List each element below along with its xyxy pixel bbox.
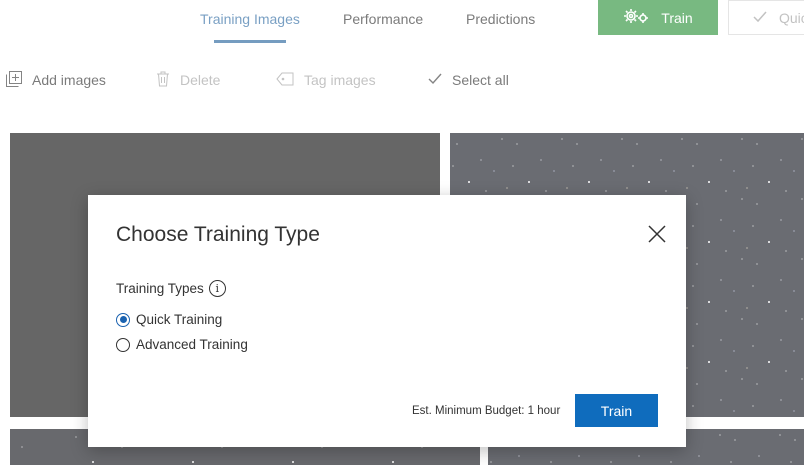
radio-button[interactable] bbox=[116, 337, 130, 352]
radio-button-checked[interactable] bbox=[116, 312, 130, 327]
dialog-train-label: Train bbox=[600, 402, 633, 419]
radio-label: Advanced Training bbox=[136, 337, 248, 352]
dialog-train-button[interactable]: Train bbox=[575, 394, 658, 427]
training-types-label: Training Types i bbox=[116, 280, 226, 297]
radio-label: Quick Training bbox=[136, 312, 223, 327]
info-icon[interactable]: i bbox=[208, 280, 226, 297]
radio-advanced-training[interactable]: Advanced Training bbox=[116, 337, 248, 352]
choose-training-type-dialog: Choose Training Type Training Types i Qu… bbox=[88, 195, 686, 447]
training-types-text: Training Types bbox=[116, 281, 204, 296]
dialog-title: Choose Training Type bbox=[116, 223, 320, 246]
app-window: Training Images Performance Predictions … bbox=[0, 0, 804, 465]
close-icon[interactable] bbox=[645, 222, 669, 246]
budget-text: Est. Minimum Budget: 1 hour bbox=[412, 405, 561, 417]
radio-quick-training[interactable]: Quick Training bbox=[116, 312, 222, 327]
